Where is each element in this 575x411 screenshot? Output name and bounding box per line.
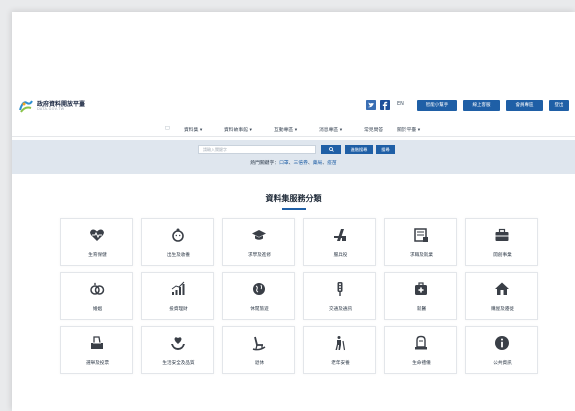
soldier-icon [334, 229, 346, 241]
elderly-icon [335, 336, 346, 351]
site-subtitle: DATA.GOV.TW [37, 107, 65, 111]
search-input[interactable]: 請輸入關鍵字 [198, 145, 316, 154]
category-label: 開創事業 [493, 253, 512, 258]
category-label: 投資理財 [169, 307, 188, 312]
language-switch[interactable]: EN [397, 101, 404, 107]
category-card[interactable]: 出生及收養 [141, 218, 214, 266]
category-card[interactable]: 生命禮儀 [384, 326, 457, 374]
category-card[interactable]: 投資理財 [141, 272, 214, 320]
category-card[interactable]: 求職及就業 [384, 218, 457, 266]
logo-icon [19, 100, 33, 113]
category-label: 出生及收養 [167, 253, 190, 258]
medical-kit-icon [415, 282, 427, 295]
twitter-icon[interactable] [366, 100, 376, 110]
logout-button[interactable]: 登出 [549, 100, 569, 111]
category-card[interactable]: 選舉及投票 [60, 326, 133, 374]
category-card[interactable]: 購屋及遷徙 [465, 272, 538, 320]
category-label: 求學及進修 [248, 253, 271, 258]
category-card[interactable]: 生活安全及品質 [141, 326, 214, 374]
facebook-icon[interactable] [380, 100, 390, 110]
rings-icon [90, 282, 105, 295]
search-section: 請輸入關鍵字 進階搜尋 搜尋 熱門關鍵字：口罩、三倍券、藥局、疫苗 [12, 140, 575, 174]
nav-item-data-stories[interactable]: 資料故事館 ▾ [224, 126, 252, 133]
category-label: 退休 [254, 361, 265, 366]
ballot-box-icon [91, 336, 103, 349]
job-board-icon [414, 228, 428, 242]
nav-item-news[interactable]: 消息專區 ▾ [319, 126, 342, 133]
extra-search-button[interactable]: 搜尋 [376, 145, 395, 154]
category-card[interactable]: 求學及進修 [222, 218, 295, 266]
category-label: 婚姻 [92, 307, 103, 312]
smart-assistant-button[interactable]: 智能小幫手 [417, 100, 457, 111]
nav-item-datasets[interactable]: 資料集 ▾ [184, 126, 202, 133]
category-card[interactable]: 公共資訊 [465, 326, 538, 374]
category-label: 公共資訊 [493, 361, 512, 366]
heart-monitor-icon [90, 229, 104, 241]
category-grid: 生育保健 出生及收養 求學及進修 服兵役 求職及就業 開創事業 婚姻 投資理財 … [60, 218, 538, 374]
member-area-button[interactable]: 會員專區 [506, 100, 543, 111]
category-card[interactable]: 交通及通訊 [303, 272, 376, 320]
category-label: 求職及就業 [410, 253, 433, 258]
search-button[interactable] [321, 145, 341, 154]
category-label: 服兵役 [333, 253, 348, 258]
page: 政府資料開放平臺 DATA.GOV.TW EN 智能小幫手 線上客服 會員專區 … [12, 12, 575, 411]
main-nav: □ 資料集 ▾ 資料故事館 ▾ 互動專區 ▾ 消息專區 ▾ 常見問答 關於平臺 … [12, 124, 575, 137]
graduation-cap-icon [252, 230, 266, 240]
nav-item-faq[interactable]: 常見問答 [364, 126, 383, 133]
section-title: 資料集服務分類 [265, 194, 322, 203]
category-card[interactable]: 退休 [222, 326, 295, 374]
hot-keyword[interactable]: 口罩 [279, 161, 289, 166]
globe-travel-icon [253, 283, 265, 295]
category-label: 購屋及遷徙 [491, 307, 514, 312]
baby-icon [172, 228, 184, 242]
house-icon [495, 282, 509, 295]
advanced-search-button[interactable]: 進階搜尋 [345, 145, 373, 154]
category-label: 生育保健 [88, 253, 107, 258]
hot-keyword[interactable]: 三倍券 [293, 161, 307, 166]
site-logo[interactable]: 政府資料開放平臺 DATA.GOV.TW [18, 97, 168, 117]
category-card[interactable]: 服兵役 [303, 218, 376, 266]
category-label: 生命禮儀 [412, 361, 431, 366]
nav-item-interactive[interactable]: 互動專區 ▾ [274, 126, 297, 133]
safety-hands-icon [171, 337, 185, 350]
category-card[interactable]: 就醫 [384, 272, 457, 320]
hot-keyword[interactable]: 疫苗 [327, 161, 337, 166]
site-header: 政府資料開放平臺 DATA.GOV.TW EN 智能小幫手 線上客服 會員專區 … [12, 92, 575, 122]
traffic-light-icon [337, 282, 343, 296]
memorial-icon [415, 335, 427, 350]
category-label: 交通及通訊 [329, 307, 352, 312]
category-label: 生活安全及品質 [162, 361, 195, 366]
briefcase-icon [495, 228, 509, 241]
rocking-chair-icon [252, 336, 266, 351]
info-icon [495, 336, 509, 350]
online-service-button[interactable]: 線上客服 [463, 100, 500, 111]
growth-chart-icon [171, 281, 185, 295]
hot-keyword[interactable]: 藥局 [313, 161, 323, 166]
category-card[interactable]: 婚姻 [60, 272, 133, 320]
category-label: 選舉及投票 [86, 361, 109, 366]
category-card[interactable]: 休閒旅遊 [222, 272, 295, 320]
category-label: 老年安養 [331, 361, 350, 366]
category-card[interactable]: 開創事業 [465, 218, 538, 266]
search-icon [328, 147, 334, 152]
nav-item-about[interactable]: 關於平臺 ▾ [397, 126, 420, 133]
nav-item-home[interactable]: □ [165, 126, 170, 131]
hot-keywords-label: 熱門關鍵字： [250, 161, 280, 166]
category-card[interactable]: 老年安養 [303, 326, 376, 374]
category-card[interactable]: 生育保健 [60, 218, 133, 266]
category-label: 就醫 [416, 307, 427, 312]
category-label: 休閒旅遊 [250, 307, 269, 312]
title-underline [282, 208, 306, 210]
hot-keywords: 熱門關鍵字：口罩、三倍券、藥局、疫苗 [12, 159, 575, 166]
